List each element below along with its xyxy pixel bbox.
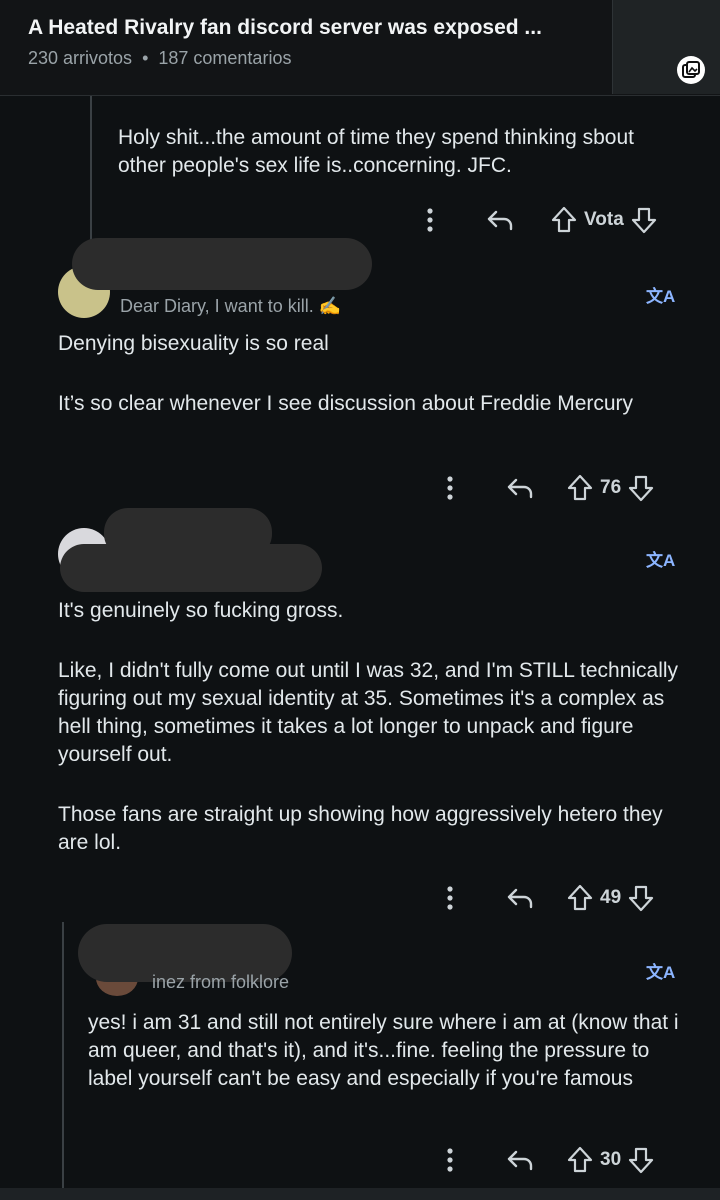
meta-separator: • (142, 48, 149, 68)
downvote-arrow-icon[interactable] (627, 472, 655, 504)
comment-body: It's genuinely so fucking gross. Like, I… (58, 597, 698, 857)
vote-count: 30 (600, 1149, 622, 1170)
comment-actions: Vota (0, 204, 720, 236)
more-vertical-icon[interactable] (440, 1144, 460, 1176)
reply-icon[interactable] (484, 204, 516, 236)
comment-paragraph: It's genuinely so fucking gross. (58, 599, 344, 622)
upvote-arrow-icon[interactable] (566, 472, 594, 504)
upvote-arrow-icon[interactable] (566, 1144, 594, 1176)
reply-icon[interactable] (504, 1144, 536, 1176)
more-vertical-icon[interactable] (420, 204, 440, 236)
vote-count: 76 (600, 477, 622, 498)
comment-count: 187 comentarios (158, 48, 292, 68)
comment-actions: 49 (0, 882, 720, 914)
comment-paragraph: Those fans are straight up showing how a… (58, 803, 663, 854)
translate-icon[interactable]: 文A (646, 958, 675, 983)
redaction (60, 544, 322, 592)
post-thumbnail[interactable] (612, 0, 720, 94)
gallery-icon (677, 56, 705, 84)
comment-paragraph: yes! i am 31 and still not entirely sure… (88, 1011, 679, 1090)
vote-group: 49 (566, 882, 655, 914)
bottom-bar (0, 1188, 720, 1200)
comment-actions: 76 (0, 472, 720, 504)
downvote-arrow-icon[interactable] (627, 882, 655, 914)
downvote-arrow-icon[interactable] (627, 1144, 655, 1176)
user-flair: inez from folklore (152, 972, 290, 992)
comment-paragraph: Like, I didn't fully come out until I wa… (58, 659, 679, 766)
post-meta: 230 arrivotos • 187 comentarios (28, 48, 291, 69)
user-flair: Dear Diary, I want to kill. ✍ (120, 296, 342, 316)
translate-icon[interactable]: 文A (646, 546, 675, 571)
comment-paragraph: Denying bisexuality is so real (58, 332, 329, 355)
reply-icon[interactable] (504, 472, 536, 504)
upvote-arrow-icon[interactable] (550, 204, 578, 236)
comment-body: Holy shit...the amount of time they spen… (118, 124, 678, 180)
vote-group: 76 (566, 472, 655, 504)
vote-group: 30 (566, 1144, 655, 1176)
more-vertical-icon[interactable] (440, 882, 460, 914)
comment-paragraph: Holy shit...the amount of time they spen… (118, 126, 634, 177)
downvote-arrow-icon[interactable] (630, 204, 658, 236)
translate-icon[interactable]: 文A (646, 282, 675, 307)
comment-body: Denying bisexuality is so real It’s so c… (58, 330, 678, 418)
comment-paragraph: It’s so clear whenever I see discussion … (58, 392, 634, 415)
upvote-arrow-icon[interactable] (566, 882, 594, 914)
upvote-count: 230 arrivotos (28, 48, 133, 68)
comment-body: yes! i am 31 and still not entirely sure… (88, 1009, 698, 1093)
redaction (72, 238, 372, 290)
vote-count: 49 (600, 887, 622, 908)
reply-icon[interactable] (504, 882, 536, 914)
post-header[interactable]: A Heated Rivalry fan discord server was … (0, 0, 720, 96)
more-vertical-icon[interactable] (440, 472, 460, 504)
comment-actions: 30 (0, 1144, 720, 1176)
vote-group: Vota (550, 204, 658, 236)
vote-label: Vota (584, 209, 624, 230)
post-title[interactable]: A Heated Rivalry fan discord server was … (28, 16, 588, 40)
